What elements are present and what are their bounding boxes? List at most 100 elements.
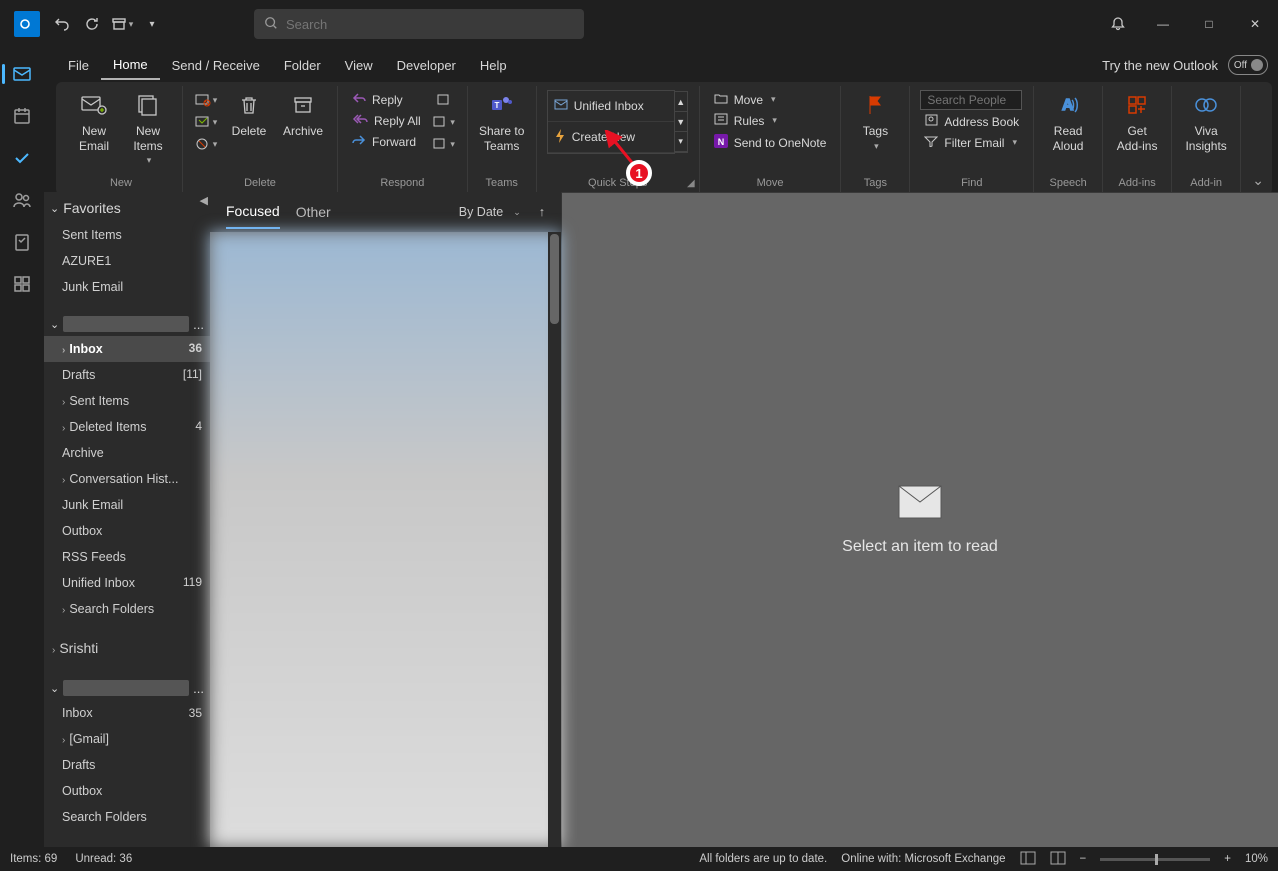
tab-developer[interactable]: Developer xyxy=(385,52,468,79)
fav-junk-email[interactable]: Junk Email xyxy=(44,274,210,300)
favorites-header[interactable]: ⌄Favorites xyxy=(44,192,210,222)
im-reply-icon[interactable]: ▾ xyxy=(431,112,457,132)
quick-step-unified-inbox[interactable]: Unified Inbox xyxy=(548,91,674,122)
folder2-search-folders[interactable]: Search Folders xyxy=(44,804,210,830)
message-list-scrollbar[interactable] xyxy=(548,232,561,847)
tab-other[interactable]: Other xyxy=(296,196,331,228)
quick-steps-up-icon[interactable]: ▲ xyxy=(675,92,687,112)
folder-outbox[interactable]: Outbox xyxy=(44,518,210,544)
account1-header[interactable]: ⌄... xyxy=(44,310,210,336)
global-search[interactable] xyxy=(254,9,584,39)
rail-more-icon[interactable] xyxy=(4,266,40,302)
close-button[interactable]: ✕ xyxy=(1232,0,1278,48)
delete-button[interactable]: Delete xyxy=(225,90,273,143)
search-people-input[interactable] xyxy=(920,90,1022,110)
fav-sent-items[interactable]: Sent Items xyxy=(44,222,210,248)
move-button[interactable]: Move▾ xyxy=(710,90,831,109)
reply-all-button[interactable]: Reply All xyxy=(348,111,425,130)
view-normal-icon[interactable] xyxy=(1020,851,1036,868)
folder-sent-items[interactable]: ›Sent Items xyxy=(44,388,210,414)
folder-srishti[interactable]: ›Srishti xyxy=(44,634,210,662)
folder2-gmail[interactable]: ›[Gmail] xyxy=(44,726,210,752)
rail-todo-icon[interactable] xyxy=(4,140,40,176)
folder2-drafts[interactable]: Drafts xyxy=(44,752,210,778)
quick-steps-launcher-icon[interactable]: ◢ xyxy=(687,178,695,189)
address-book-button[interactable]: Address Book xyxy=(920,112,1023,131)
zoom-percent: 10% xyxy=(1245,853,1268,865)
rail-calendar-icon[interactable] xyxy=(4,98,40,134)
folder-rss-feeds[interactable]: RSS Feeds xyxy=(44,544,210,570)
archive-button[interactable]: Archive xyxy=(279,90,327,143)
workspace: ◀ ⌄Favorites Sent Items AZURE1 Junk Emai… xyxy=(44,192,1278,847)
zoom-in-icon[interactable]: + xyxy=(1224,853,1231,865)
folder-unified-inbox[interactable]: Unified Inbox119 xyxy=(44,570,210,596)
folder-search-folders[interactable]: ›Search Folders xyxy=(44,596,210,622)
cleanup-icon[interactable]: ▾ xyxy=(193,112,219,132)
folder-drafts[interactable]: Drafts[11] xyxy=(44,362,210,388)
get-addins-button[interactable]: Get Add-ins xyxy=(1113,90,1161,157)
tab-send-receive[interactable]: Send / Receive xyxy=(160,52,272,79)
folder-junk-email[interactable]: Junk Email xyxy=(44,492,210,518)
try-new-toggle[interactable]: Off xyxy=(1228,55,1268,75)
group-speech: ARead Aloud Speech xyxy=(1034,86,1103,195)
try-new-label: Try the new Outlook xyxy=(1102,58,1218,73)
tab-view[interactable]: View xyxy=(333,52,385,79)
folder2-outbox[interactable]: Outbox xyxy=(44,778,210,804)
account2-header[interactable]: ⌄... xyxy=(44,674,210,700)
send-to-onenote-button[interactable]: NSend to OneNote xyxy=(710,132,831,153)
quick-steps-expand-icon[interactable]: ▾ xyxy=(675,132,687,152)
folder-conversation-history[interactable]: ›Conversation Hist... xyxy=(44,466,210,492)
group-addins: Get Add-ins Add-ins xyxy=(1103,86,1172,195)
ribbon-tabs: File Home Send / Receive Folder View Dev… xyxy=(0,48,1278,82)
tab-home[interactable]: Home xyxy=(101,51,160,80)
collapse-ribbon-icon[interactable]: ⌄ xyxy=(1252,172,1264,189)
ignore-icon[interactable]: ▾ xyxy=(193,90,219,110)
folder-inbox[interactable]: ›Inbox36 xyxy=(44,336,210,362)
notifications-icon[interactable] xyxy=(1096,0,1140,48)
new-items-button[interactable]: New Items▾ xyxy=(124,90,172,170)
more-respond-icon[interactable]: ▾ xyxy=(431,134,457,154)
folder-archive[interactable]: Archive xyxy=(44,440,210,466)
fav-azure1[interactable]: AZURE1 xyxy=(44,248,210,274)
rail-mail-icon[interactable] xyxy=(4,56,40,92)
search-input[interactable] xyxy=(286,17,574,32)
forward-button[interactable]: Forward xyxy=(348,132,425,151)
reply-button[interactable]: Reply xyxy=(348,90,425,109)
tags-button[interactable]: Tags▾ xyxy=(851,90,899,156)
quick-steps-down-icon[interactable]: ▼ xyxy=(675,112,687,132)
meeting-reply-icon[interactable] xyxy=(431,90,457,110)
zoom-slider[interactable] xyxy=(1100,858,1210,861)
viva-icon xyxy=(1194,94,1218,122)
folder2-inbox[interactable]: Inbox35 xyxy=(44,700,210,726)
tab-help[interactable]: Help xyxy=(468,52,519,79)
qat-overflow-icon[interactable]: ▾ xyxy=(138,10,166,38)
filter-email-button[interactable]: Filter Email▾ xyxy=(920,133,1023,152)
tab-folder[interactable]: Folder xyxy=(272,52,333,79)
new-email-button[interactable]: New Email xyxy=(70,90,118,157)
sort-by-date[interactable]: By Date⌄↑ xyxy=(459,205,545,219)
undo-icon[interactable] xyxy=(48,10,76,38)
rail-tasks-icon[interactable] xyxy=(4,224,40,260)
junk-icon[interactable]: ▾ xyxy=(193,134,219,154)
rules-button[interactable]: Rules▾ xyxy=(710,111,831,130)
read-aloud-button[interactable]: ARead Aloud xyxy=(1044,90,1092,157)
flag-icon xyxy=(864,94,886,122)
share-to-teams-button[interactable]: TShare to Teams xyxy=(478,90,526,157)
tab-focused[interactable]: Focused xyxy=(226,195,280,229)
tab-file[interactable]: File xyxy=(56,52,101,79)
viva-insights-button[interactable]: Viva Insights xyxy=(1182,90,1230,157)
svg-text:T: T xyxy=(494,101,499,110)
rail-people-icon[interactable] xyxy=(4,182,40,218)
view-reading-icon[interactable] xyxy=(1050,851,1066,868)
collapse-folders-icon[interactable]: ◀ xyxy=(200,194,208,207)
minimize-button[interactable]: — xyxy=(1140,0,1186,48)
folder-deleted-items[interactable]: ›Deleted Items4 xyxy=(44,414,210,440)
archive-qat-icon[interactable]: ▾ xyxy=(108,10,136,38)
teams-icon: T xyxy=(490,94,514,122)
refresh-icon[interactable] xyxy=(78,10,106,38)
search-icon xyxy=(264,16,278,33)
maximize-button[interactable]: □ xyxy=(1186,0,1232,48)
quick-step-create-new[interactable]: Create New xyxy=(548,122,674,153)
quick-steps-gallery: Unified Inbox Create New ▲ ▼ ▾ xyxy=(547,90,675,154)
zoom-out-icon[interactable]: − xyxy=(1080,853,1087,865)
